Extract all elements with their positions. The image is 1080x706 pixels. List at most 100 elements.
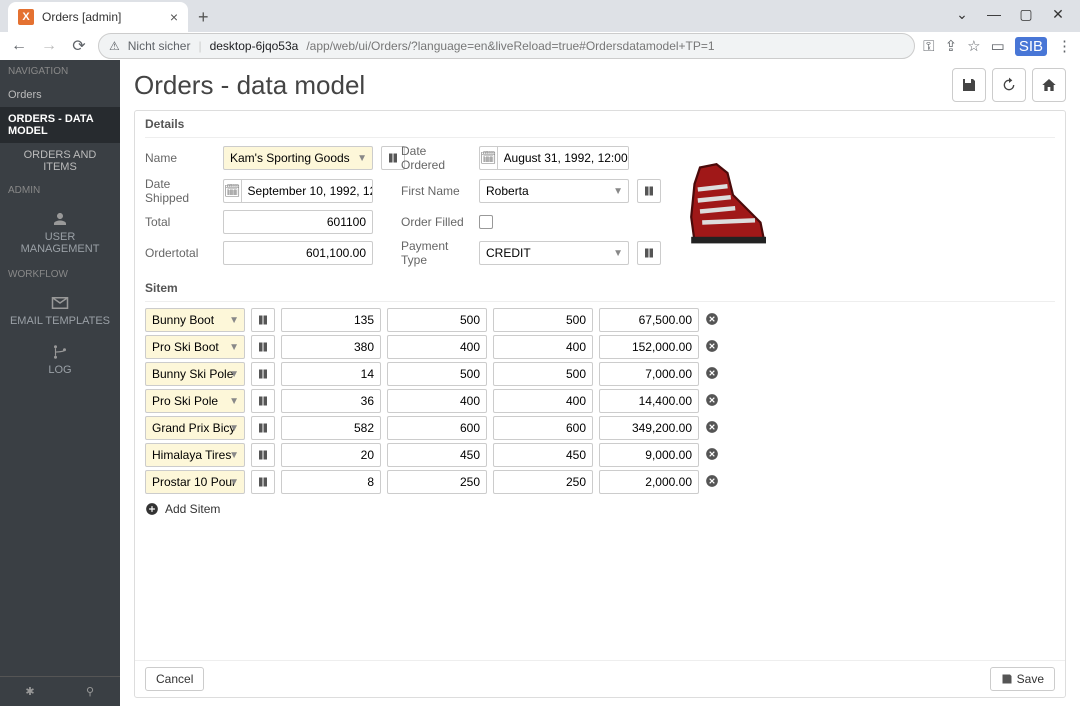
sitem-col3-input[interactable]: [493, 389, 593, 413]
sitem-delete-button[interactable]: [705, 474, 721, 490]
cancel-button[interactable]: Cancel: [145, 667, 204, 691]
back-button[interactable]: ←: [8, 37, 30, 55]
sitem-col2-input[interactable]: [387, 308, 487, 332]
sitem-lookup-button[interactable]: [251, 335, 275, 359]
sitem-delete-button[interactable]: [705, 393, 721, 409]
ordertotal-input[interactable]: [223, 241, 373, 265]
sitem-col4-input[interactable]: [599, 443, 699, 467]
sitem-col3-input[interactable]: [493, 335, 593, 359]
sitem-col1-input[interactable]: [281, 416, 381, 440]
sitem-col2-input[interactable]: [387, 335, 487, 359]
sitem-name-select[interactable]: ▼: [145, 389, 245, 413]
sidebar-item-email-templates[interactable]: EMAIL TEMPLATES: [0, 286, 120, 335]
sitem-name-select[interactable]: ▼: [145, 443, 245, 467]
sitem-col3-input[interactable]: [493, 308, 593, 332]
sitem-col1-input[interactable]: [281, 308, 381, 332]
sitem-name-select[interactable]: ▼: [145, 335, 245, 359]
sitem-col2-input[interactable]: [387, 416, 487, 440]
sitem-col4-input[interactable]: [599, 470, 699, 494]
sitem-col2-input[interactable]: [387, 362, 487, 386]
sitem-name-input[interactable]: [145, 389, 245, 413]
sitem-col1-input[interactable]: [281, 443, 381, 467]
sitem-col2-input[interactable]: [387, 470, 487, 494]
sitem-col4-input[interactable]: [599, 389, 699, 413]
header-home-button[interactable]: [1032, 68, 1066, 102]
sidebar-item-orders-and-items[interactable]: ORDERS AND ITEMS: [0, 143, 120, 179]
sitem-col1-input[interactable]: [281, 335, 381, 359]
settings-button[interactable]: ✱: [0, 677, 60, 706]
sitem-lookup-button[interactable]: [251, 389, 275, 413]
sitem-col3-input[interactable]: [493, 470, 593, 494]
sitem-name-input[interactable]: [145, 443, 245, 467]
sitem-col3-input[interactable]: [493, 416, 593, 440]
sitem-col1-input[interactable]: [281, 362, 381, 386]
bookmark-icon[interactable]: ☆: [967, 37, 980, 55]
menu-icon[interactable]: ⋮: [1057, 37, 1072, 55]
date-ordered-field[interactable]: 🗓: [479, 146, 629, 170]
url-field[interactable]: ⚠ Nicht sicher | desktop-6jqo53a/app/web…: [98, 33, 915, 59]
browser-tab[interactable]: X Orders [admin] ×: [8, 2, 188, 32]
sitem-lookup-button[interactable]: [251, 308, 275, 332]
sidebar-item-log[interactable]: LOG: [0, 335, 120, 384]
reader-icon[interactable]: ▭: [991, 37, 1005, 55]
reload-button[interactable]: ⟳: [68, 36, 90, 56]
sitem-name-input[interactable]: [145, 362, 245, 386]
header-save-button[interactable]: [952, 68, 986, 102]
name-select[interactable]: ▼: [223, 146, 373, 170]
payment-type-lookup-button[interactable]: [637, 241, 661, 265]
extension-badge[interactable]: SIB: [1015, 37, 1047, 56]
sitem-name-input[interactable]: [145, 308, 245, 332]
sitem-name-select[interactable]: ▼: [145, 470, 245, 494]
sitem-delete-button[interactable]: [705, 420, 721, 436]
name-input[interactable]: [223, 146, 373, 170]
sitem-col1-input[interactable]: [281, 389, 381, 413]
share-icon[interactable]: ⇪: [945, 37, 958, 55]
payment-type-input[interactable]: [479, 241, 629, 265]
payment-type-select[interactable]: ▼: [479, 241, 629, 265]
sitem-col4-input[interactable]: [599, 335, 699, 359]
maximize-button[interactable]: ▢: [1012, 4, 1040, 24]
sidebar-item-user-management[interactable]: USER MANAGEMENT: [0, 202, 120, 263]
sitem-lookup-button[interactable]: [251, 470, 275, 494]
first-name-lookup-button[interactable]: [637, 179, 661, 203]
close-window-button[interactable]: ✕: [1044, 4, 1072, 24]
sitem-lookup-button[interactable]: [251, 362, 275, 386]
first-name-select[interactable]: ▼: [479, 179, 629, 203]
sitem-col4-input[interactable]: [599, 308, 699, 332]
minimize-button[interactable]: —: [980, 4, 1008, 24]
sitem-col4-input[interactable]: [599, 362, 699, 386]
sitem-col1-input[interactable]: [281, 470, 381, 494]
chevron-down-icon[interactable]: ⌄: [948, 4, 976, 24]
sitem-delete-button[interactable]: [705, 447, 721, 463]
first-name-input[interactable]: [479, 179, 629, 203]
sitem-lookup-button[interactable]: [251, 416, 275, 440]
add-sitem-button[interactable]: Add Sitem: [135, 494, 1065, 524]
key-icon[interactable]: ⚿: [923, 38, 934, 55]
sitem-name-select[interactable]: ▼: [145, 362, 245, 386]
sitem-col2-input[interactable]: [387, 443, 487, 467]
sitem-col4-input[interactable]: [599, 416, 699, 440]
new-tab-button[interactable]: +: [198, 7, 209, 32]
total-input[interactable]: [223, 210, 373, 234]
key-button[interactable]: ⚲: [60, 677, 120, 706]
sitem-col3-input[interactable]: [493, 443, 593, 467]
sitem-name-select[interactable]: ▼: [145, 308, 245, 332]
sitem-name-input[interactable]: [145, 335, 245, 359]
date-shipped-field[interactable]: 🗓: [223, 179, 373, 203]
sitem-name-input[interactable]: [145, 416, 245, 440]
sidebar-item-orders[interactable]: Orders: [0, 83, 120, 107]
header-refresh-button[interactable]: [992, 68, 1026, 102]
sitem-delete-button[interactable]: [705, 339, 721, 355]
sitem-name-select[interactable]: ▼: [145, 416, 245, 440]
sitem-delete-button[interactable]: [705, 366, 721, 382]
sidebar-item-orders-data-model[interactable]: ORDERS - DATA MODEL: [0, 107, 120, 143]
sitem-delete-button[interactable]: [705, 312, 721, 328]
order-filled-checkbox[interactable]: [479, 215, 493, 229]
date-ordered-input[interactable]: [498, 147, 629, 169]
forward-button[interactable]: →: [38, 37, 60, 55]
sitem-lookup-button[interactable]: [251, 443, 275, 467]
save-button[interactable]: Save: [990, 667, 1055, 691]
sitem-col2-input[interactable]: [387, 389, 487, 413]
tab-close-icon[interactable]: ×: [170, 9, 178, 25]
sitem-name-input[interactable]: [145, 470, 245, 494]
